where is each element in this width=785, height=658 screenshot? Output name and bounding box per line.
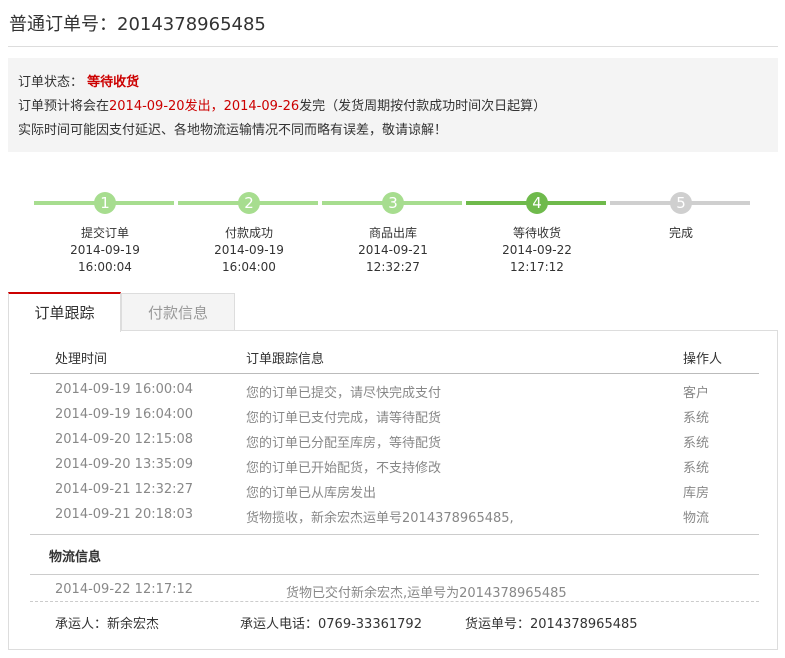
step-time: 12:32:27 (366, 260, 420, 274)
col-header-operator: 操作人 (683, 352, 723, 367)
row-time: 2014-09-19 16:04:00 (55, 407, 194, 422)
waybill-number: 货运单号：2014378965485 (465, 613, 638, 632)
step-time: 12:17:12 (510, 260, 564, 274)
row-info: 货物揽收，新余宏杰运单号2014378965485, (246, 511, 514, 526)
step-awaiting-receipt: 4 等待收货 2014-09-22 12:17:12 (466, 190, 610, 280)
title-divider (8, 46, 778, 47)
page-title: 普通订单号：2014378965485 (9, 10, 266, 36)
step-title: 付款成功 (224, 226, 273, 240)
step-number-circle: 1 (94, 192, 116, 214)
waybill-label: 货运单号： (465, 617, 531, 632)
step-title: 完成 (668, 226, 693, 240)
step-label: 付款成功 2014-09-19 16:04:00 (178, 225, 320, 276)
logistics-title: 物流信息 (49, 550, 102, 565)
row-operator: 系统 (683, 461, 710, 476)
ship-end-date: 2014-09-26 (223, 99, 300, 114)
order-status-label: 订单状态： (18, 75, 84, 90)
delay-disclaimer: 实际时间可能因支付延迟、各地物流运输情况不同而略有误差，敬请谅解！ (18, 123, 448, 138)
carrier-phone: 承运人电话：0769-33361792 (240, 613, 422, 632)
carrier-phone-value: 0769-33361792 (318, 617, 422, 632)
step-time: 16:04:00 (222, 260, 276, 274)
step-number-circle: 2 (238, 192, 260, 214)
tracking-divider (30, 534, 759, 535)
tab-payment-info[interactable]: 付款信息 (121, 293, 235, 331)
step-title: 商品出库 (368, 226, 417, 240)
step-title: 提交订单 (80, 226, 129, 240)
waybill-value: 2014378965485 (530, 617, 638, 632)
ship-estimate-text-c: 发完（发货周期按付款成功时间次日起算） (299, 99, 547, 114)
carrier-label: 承运人： (55, 617, 108, 632)
row-operator: 系统 (683, 436, 710, 451)
order-number: 2014378965485 (117, 14, 266, 35)
step-date: 2014-09-19 (214, 243, 284, 257)
step-time: 16:00:04 (78, 260, 132, 274)
step-date: 2014-09-21 (358, 243, 428, 257)
row-info: 您的订单已支付完成，请等待配货 (246, 411, 442, 426)
carrier-name: 承运人：新余宏杰 (55, 613, 159, 632)
col-header-time: 处理时间 (55, 352, 108, 367)
carrier-phone-label: 承运人电话： (240, 617, 319, 632)
logistics-time: 2014-09-22 12:17:12 (55, 582, 194, 597)
step-label: 等待收货 2014-09-22 12:17:12 (466, 225, 608, 276)
step-label: 商品出库 2014-09-21 12:32:27 (322, 225, 464, 276)
order-status-line: 订单状态： 等待收货 (18, 71, 768, 95)
row-operator: 库房 (683, 486, 710, 501)
row-info: 您的订单已开始配货，不支持修改 (246, 461, 442, 476)
order-number-label: 普通订单号： (9, 14, 117, 35)
logistics-divider (30, 574, 759, 575)
header-divider (30, 373, 759, 374)
step-number-circle: 3 (382, 192, 404, 214)
step-title: 等待收货 (512, 226, 561, 240)
ship-estimate-text-b: 发出， (184, 99, 224, 114)
step-date: 2014-09-22 (502, 243, 572, 257)
ship-start-date: 2014-09-20 (109, 99, 185, 114)
row-operator: 物流 (683, 511, 710, 526)
logistics-info: 货物已交付新余宏杰,运单号为2014378965485 (286, 586, 567, 601)
tab-order-tracking[interactable]: 订单跟踪 (8, 292, 121, 332)
row-operator: 系统 (683, 411, 710, 426)
col-header-info: 订单跟踪信息 (246, 352, 325, 367)
ship-estimate-line: 订单预计将会在2014-09-20发出，2014-09-26发完（发货周期按付款… (18, 95, 768, 119)
step-payment-success: 2 付款成功 2014-09-19 16:04:00 (178, 190, 322, 280)
row-time: 2014-09-21 20:18:03 (55, 507, 194, 522)
info-tabs: 订单跟踪 付款信息 (8, 292, 778, 332)
step-label: 提交订单 2014-09-19 16:00:04 (34, 225, 176, 276)
step-label: 完成 (610, 225, 752, 242)
carrier-value: 新余宏杰 (107, 617, 160, 632)
order-status-value: 等待收货 (87, 75, 140, 90)
step-number-circle: 4 (526, 192, 548, 214)
row-time: 2014-09-20 13:35:09 (55, 457, 194, 472)
row-operator: 客户 (683, 386, 710, 401)
row-info: 您的订单已提交，请尽快完成支付 (246, 386, 442, 401)
row-time: 2014-09-20 12:15:08 (55, 432, 194, 447)
ship-estimate-text-a: 订单预计将会在 (18, 99, 110, 114)
step-goods-outbound: 3 商品出库 2014-09-21 12:32:27 (322, 190, 466, 280)
order-progress-steps: 1 提交订单 2014-09-19 16:00:04 2 付款成功 2014-0… (34, 190, 754, 280)
step-number-circle: 5 (670, 192, 692, 214)
step-submit-order: 1 提交订单 2014-09-19 16:00:04 (34, 190, 178, 280)
step-date: 2014-09-19 (70, 243, 140, 257)
step-complete: 5 完成 (610, 190, 754, 280)
row-time: 2014-09-21 12:32:27 (55, 482, 194, 497)
row-info: 您的订单已分配至库房，等待配货 (246, 436, 442, 451)
logistics-dashed-divider (30, 601, 759, 602)
row-time: 2014-09-19 16:00:04 (55, 382, 194, 397)
row-info: 您的订单已从库房发出 (246, 486, 377, 501)
order-notice: 订单状态： 等待收货 订单预计将会在2014-09-20发出，2014-09-2… (8, 58, 778, 152)
